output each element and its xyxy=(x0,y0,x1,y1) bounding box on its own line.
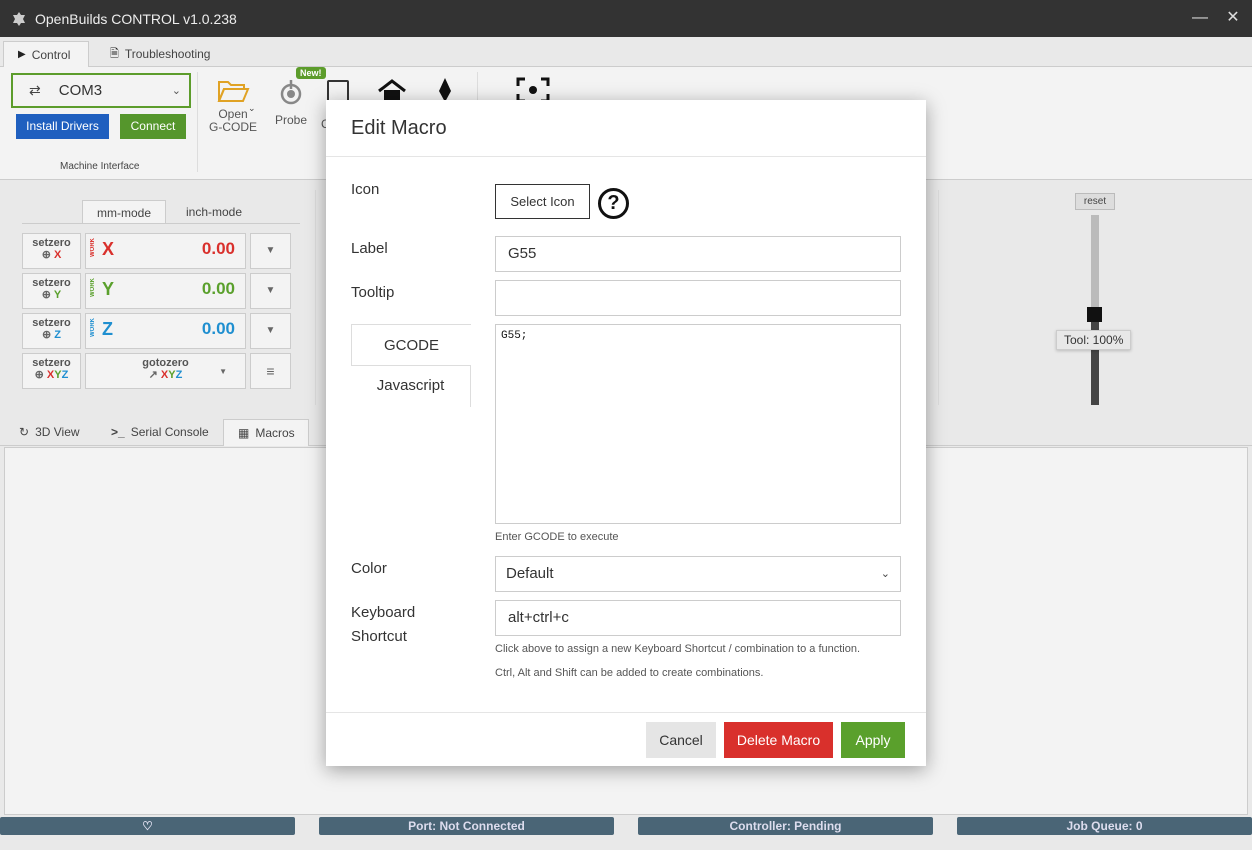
z-menu-button[interactable]: ▼ xyxy=(250,313,291,349)
x-menu-button[interactable]: ▼ xyxy=(250,233,291,269)
dro-value-x: 0.00 xyxy=(201,239,235,258)
tab-control[interactable]: ▶ Control xyxy=(3,41,89,67)
setzero-xyz-button[interactable]: setzero ⊕ XYZ xyxy=(22,353,81,389)
divider xyxy=(22,223,300,224)
new-badge: New! xyxy=(296,67,326,79)
setzero-z-button[interactable]: setzero ⊕ Z xyxy=(22,313,81,349)
dialog-title: Edit Macro xyxy=(351,116,447,139)
rotate-icon: ↻ xyxy=(19,425,30,439)
y-menu-button[interactable]: ▼ xyxy=(250,273,291,309)
chevron-down-icon: ⌄ xyxy=(171,85,181,97)
setzero-y-button[interactable]: setzero ⊕ Y xyxy=(22,273,81,309)
port-value: COM3 xyxy=(58,82,103,99)
grid-icon: ▦ xyxy=(238,425,250,440)
gotozero-button[interactable]: gotozero ↗ XYZ ▼ xyxy=(85,353,246,389)
crosshair-icon: ⊕ xyxy=(41,329,52,341)
dro-row-z: WORK Z 0.00 xyxy=(85,313,246,349)
folder-open-icon xyxy=(217,81,250,102)
tooltip-input[interactable] xyxy=(495,280,901,316)
probe-icon xyxy=(280,80,302,105)
app-logo-icon xyxy=(13,11,25,26)
shortcut-input[interactable]: alt+ctrl+c xyxy=(495,600,901,636)
tab-troubleshooting[interactable]: 🗎 Troubleshooting xyxy=(96,41,224,67)
cancel-button[interactable]: Cancel xyxy=(646,722,716,758)
dro-value-z: 0.00 xyxy=(201,319,235,338)
port-select[interactable]: ⇄ COM3 ⌄ xyxy=(11,73,191,108)
document-icon: 🗎 xyxy=(110,48,119,60)
tab-3d-view[interactable]: ↻ 3D View xyxy=(5,419,94,446)
tool-slider-handle[interactable] xyxy=(1087,307,1102,322)
connect-button[interactable]: Connect xyxy=(120,114,186,139)
apply-button[interactable]: Apply xyxy=(841,722,905,758)
tool-slider-fill xyxy=(1091,315,1099,405)
notification-status[interactable]: ♡ xyxy=(0,817,295,835)
close-icon[interactable]: ✕ xyxy=(1223,8,1243,28)
delete-macro-button[interactable]: Delete Macro xyxy=(724,722,833,758)
crosshair-icon: ⊕ xyxy=(41,249,51,261)
label-label: Label xyxy=(351,240,388,257)
chevron-down-icon: ⌄ xyxy=(880,568,890,580)
shortcut-hint-1: Click above to assign a new Keyboard Sho… xyxy=(495,643,861,655)
title-bar: OpenBuilds CONTROL v1.0.238 — ✕ xyxy=(0,0,1252,37)
shortcut-label: Keyboard Shortcut xyxy=(351,604,416,645)
chevron-down-icon: ⌄ xyxy=(248,103,256,113)
tab-mm-mode[interactable]: mm-mode xyxy=(82,200,166,224)
help-icon[interactable]: ? xyxy=(598,188,629,219)
code-editor[interactable]: G55; xyxy=(495,324,901,524)
shortcut-hint-2: Ctrl, Alt and Shift can be added to crea… xyxy=(495,667,764,679)
dro-value-y: 0.00 xyxy=(201,279,235,298)
minimize-icon[interactable]: — xyxy=(1190,8,1210,28)
top-tabs: ▶ Control 🗎 Troubleshooting xyxy=(0,37,1252,67)
app-title: OpenBuilds CONTROL v1.0.238 xyxy=(35,10,237,27)
port-status: Port: Not Connected xyxy=(319,817,614,835)
tab-gcode[interactable]: GCODE xyxy=(351,324,471,366)
job-queue-status: Job Queue: 0 xyxy=(957,817,1252,835)
bell-icon: ♡ xyxy=(142,819,153,833)
divider xyxy=(938,190,939,405)
crosshair-icon: ⊕ xyxy=(34,369,44,381)
caret-down-icon: ▼ xyxy=(219,367,227,376)
label-input[interactable]: G55 xyxy=(495,236,901,272)
dro-row-x: WORK X 0.00 xyxy=(85,233,246,269)
machine-interface-label: Machine Interface xyxy=(60,161,140,172)
reset-button[interactable]: reset xyxy=(1075,193,1115,210)
code-hint: Enter GCODE to execute xyxy=(495,531,619,543)
chart-icon: ↗ xyxy=(148,369,158,381)
play-icon: ▶ xyxy=(18,48,26,60)
install-drivers-button[interactable]: Install Drivers xyxy=(16,114,109,139)
icon-label: Icon xyxy=(351,181,380,198)
usb-icon: ⇄ xyxy=(29,82,41,98)
divider xyxy=(315,190,316,405)
tab-javascript[interactable]: Javascript xyxy=(351,365,471,407)
crosshair-icon: ⊕ xyxy=(41,289,51,301)
tab-inch-mode[interactable]: inch-mode xyxy=(170,200,258,224)
ribbon-divider xyxy=(197,72,198,172)
dro-row-y: WORK Y 0.00 xyxy=(85,273,246,309)
setzero-x-button[interactable]: setzero ⊕ X xyxy=(22,233,81,269)
tool-tooltip: Tool: 100% xyxy=(1056,330,1132,350)
tab-macros[interactable]: ▦ Macros xyxy=(223,419,309,446)
color-label: Color xyxy=(351,560,387,577)
dialog-header: Edit Macro xyxy=(326,100,926,157)
terminal-icon: >_ xyxy=(111,425,125,439)
tab-serial-console[interactable]: >_ Serial Console xyxy=(97,419,223,446)
edit-macro-dialog: Edit Macro Icon Select Icon ? Label G55 … xyxy=(326,100,926,766)
tooltip-label: Tooltip xyxy=(351,284,395,301)
dialog-footer: Cancel Delete Macro Apply xyxy=(326,712,926,766)
controller-status: Controller: Pending xyxy=(638,817,933,835)
color-select[interactable]: Default ⌄ xyxy=(495,556,901,592)
layers-icon[interactable]: ≡ xyxy=(250,353,291,389)
select-icon-button[interactable]: Select Icon xyxy=(495,184,590,219)
status-bar: ♡ Port: Not Connected Controller: Pendin… xyxy=(0,817,1252,850)
probe-button[interactable]: Probe xyxy=(272,79,310,127)
